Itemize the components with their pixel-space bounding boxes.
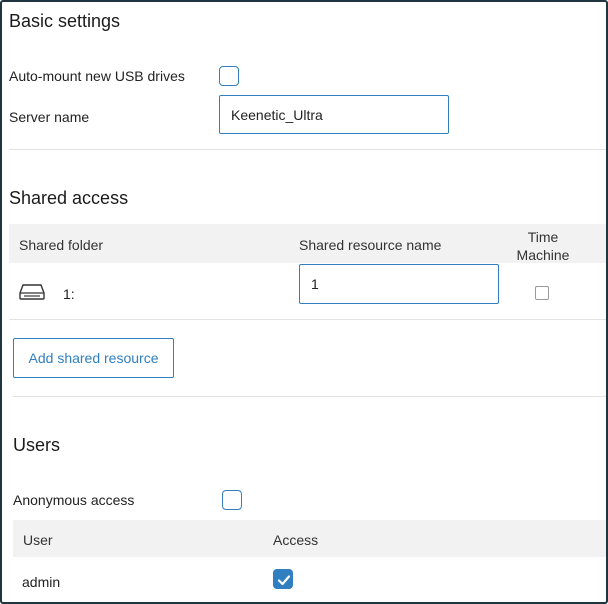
automount-label: Auto-mount new USB drives xyxy=(9,68,185,84)
basic-settings-title: Basic settings xyxy=(9,11,121,31)
col-time-machine: Time Machine xyxy=(512,228,574,264)
check-icon xyxy=(277,575,291,586)
col-shared-folder: Shared folder xyxy=(19,237,104,253)
server-name-label: Server name xyxy=(9,109,90,125)
users-title: Users xyxy=(13,435,61,455)
automount-checkbox[interactable] xyxy=(219,66,239,86)
col-shared-resource-name: Shared resource name xyxy=(299,237,442,253)
settings-panel: Basic settings Auto-mount new USB drives… xyxy=(0,0,608,604)
col-time-machine-line1: Time xyxy=(527,229,559,245)
user-name-admin: admin xyxy=(22,574,61,590)
divider xyxy=(9,319,606,320)
add-shared-resource-button[interactable]: Add shared resource xyxy=(13,338,174,378)
col-access: Access xyxy=(273,532,319,548)
user-access-checkbox-admin[interactable] xyxy=(273,569,293,589)
anonymous-access-checkbox[interactable] xyxy=(222,490,242,510)
server-name-input[interactable] xyxy=(219,95,449,134)
shared-resource-name-input[interactable] xyxy=(299,264,499,304)
divider xyxy=(13,396,606,397)
drive-icon xyxy=(19,284,45,305)
col-user: User xyxy=(23,532,53,548)
shared-access-title: Shared access xyxy=(9,188,129,208)
col-time-machine-line2: Machine xyxy=(516,247,570,263)
divider xyxy=(9,149,606,150)
shared-folder-value: 1: xyxy=(63,286,75,302)
time-machine-checkbox[interactable] xyxy=(535,286,549,300)
anonymous-access-label: Anonymous access xyxy=(13,492,135,508)
